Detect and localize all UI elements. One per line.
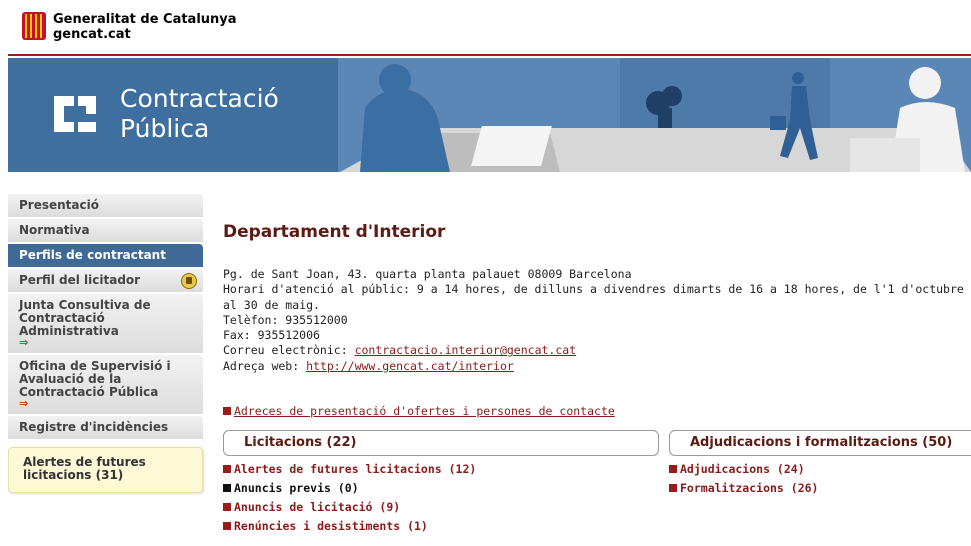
email-label: Correu electrònic: (223, 343, 348, 358)
list-item: Formalitzacions (26) (669, 479, 818, 498)
list-item: Adjudicacions (24) (669, 460, 818, 479)
contractacio-logo-icon (54, 96, 96, 132)
sidebar-item-normativa[interactable]: Normativa (8, 219, 203, 242)
sidebar-item-presentacio[interactable]: Presentació (8, 194, 203, 217)
list-item: Renúncies i desistiments (1) (223, 517, 476, 536)
opening-hours: Horari d'atenció al públic: 9 a 14 hores… (223, 282, 964, 312)
sidebar-item-label: Presentació (19, 198, 99, 212)
org-name: Generalitat de Catalunya (53, 12, 237, 27)
sidebar-nav: Presentació Normativa Perfils de contrac… (8, 194, 203, 493)
arrow-bullet-icon (669, 484, 677, 492)
address: Pg. de Sant Joan, 43. quarta planta pala… (223, 267, 632, 281)
sidebar-item-label: Normativa (19, 223, 90, 237)
list-item: Anuncis previs (0) (223, 479, 476, 498)
adjudicacions-header: Adjudicacions i formalitzacions (50) (669, 430, 971, 456)
email-link[interactable]: contractacio.interior@gencat.cat (355, 343, 577, 357)
licitacions-item-link[interactable]: Anuncis previs (0) (234, 481, 359, 495)
list-item: Anuncis de licitació (9) (223, 498, 476, 517)
licitacions-item-link[interactable]: Anuncis de licitació (9) (234, 500, 400, 514)
list-item: Alertes de futures licitacions (12) (223, 460, 476, 479)
licitacions-item-link[interactable]: Renúncies i desistiments (1) (234, 519, 428, 533)
gencat-name[interactable]: Generalitat de Catalunya gencat.cat (53, 12, 237, 42)
sidebar-item-junta-consultiva[interactable]: Junta Consultiva de Contractació Adminis… (8, 294, 203, 353)
arrow-bullet-icon (223, 465, 231, 473)
arrow-bullet-icon (669, 465, 677, 473)
licitacions-title: Licitacions (22) (244, 435, 357, 450)
arrow-bullet-icon (223, 522, 231, 530)
lock-icon (181, 273, 197, 289)
alerts-label: Alertes de futures licitacions (31) (23, 455, 146, 482)
contacts-link[interactable]: Adreces de presentació d'ofertes i perso… (234, 404, 615, 418)
licitacions-header: Licitacions (22) (223, 430, 659, 456)
sidebar-item-oficina-supervisio[interactable]: Oficina de Supervisió i Avaluació de la … (8, 355, 203, 414)
top-header: Generalitat de Catalunya gencat.cat (0, 0, 971, 56)
external-link-icon: ⇒ (19, 397, 29, 410)
arrow-bullet-icon (223, 484, 231, 492)
alerts-futures-licitacions[interactable]: Alertes de futures licitacions (31) (8, 447, 203, 493)
arrow-bullet-icon (223, 407, 231, 416)
adjudicacions-item-link[interactable]: Adjudicacions (24) (680, 462, 805, 476)
contacts-row: Adreces de presentació d'ofertes i perso… (223, 404, 971, 418)
external-link-icon: ⇒ (19, 336, 29, 349)
adjudicacions-list: Adjudicacions (24) Formalitzacions (26) (669, 460, 818, 498)
adjudicacions-title: Adjudicacions i formalitzacions (50) (690, 435, 953, 450)
sidebar-item-label: Oficina de Supervisió i Avaluació de la … (19, 359, 171, 399)
banner-illustration (340, 58, 971, 172)
web-label: Adreça web: (223, 358, 300, 373)
web-row: Adreça web: http://www.gencat.cat/interi… (223, 359, 971, 374)
banner-brand-area: Contractació Pública (8, 58, 338, 172)
banner-title-line1: Contractació (120, 84, 279, 113)
licitacions-list: Alertes de futures licitacions (12) Anun… (223, 460, 476, 536)
phone: Telèfon: 935512000 (223, 312, 348, 327)
sidebar-item-label: Perfils de contractant (19, 248, 166, 262)
web-link[interactable]: http://www.gencat.cat/interior (306, 359, 514, 373)
fax: Fax: 935512006 (223, 328, 320, 343)
adjudicacions-item-link[interactable]: Formalitzacions (26) (680, 481, 818, 495)
banner-title: Contractació Pública (120, 84, 279, 144)
main-content: Departament d'Interior Pg. de Sant Joan,… (223, 222, 971, 533)
arrow-bullet-icon (223, 503, 231, 511)
sidebar-item-perfils-contractant[interactable]: Perfils de contractant (8, 244, 203, 267)
licitacions-item-link[interactable]: Alertes de futures licitacions (12) (234, 462, 476, 476)
org-domain: gencat.cat (53, 27, 131, 42)
banner-title-line2: Pública (120, 114, 210, 143)
banner: Contractació Pública (8, 58, 971, 172)
sidebar-item-label: Perfil del licitador (19, 273, 141, 287)
sidebar-item-label: Junta Consultiva de Contractació Adminis… (19, 298, 151, 338)
gencat-logo-icon[interactable] (22, 12, 46, 40)
page-title: Departament d'Interior (223, 222, 446, 242)
contact-info: Pg. de Sant Joan, 43. quarta planta pala… (223, 267, 971, 374)
email-row: Correu electrònic: contractacio.interior… (223, 343, 971, 358)
sidebar-item-perfil-licitador[interactable]: Perfil del licitador (8, 269, 203, 292)
sidebar-item-registre-incidencies[interactable]: Registre d'incidències (8, 416, 203, 439)
sidebar-item-label: Registre d'incidències (19, 420, 169, 434)
header-divider (8, 54, 971, 56)
